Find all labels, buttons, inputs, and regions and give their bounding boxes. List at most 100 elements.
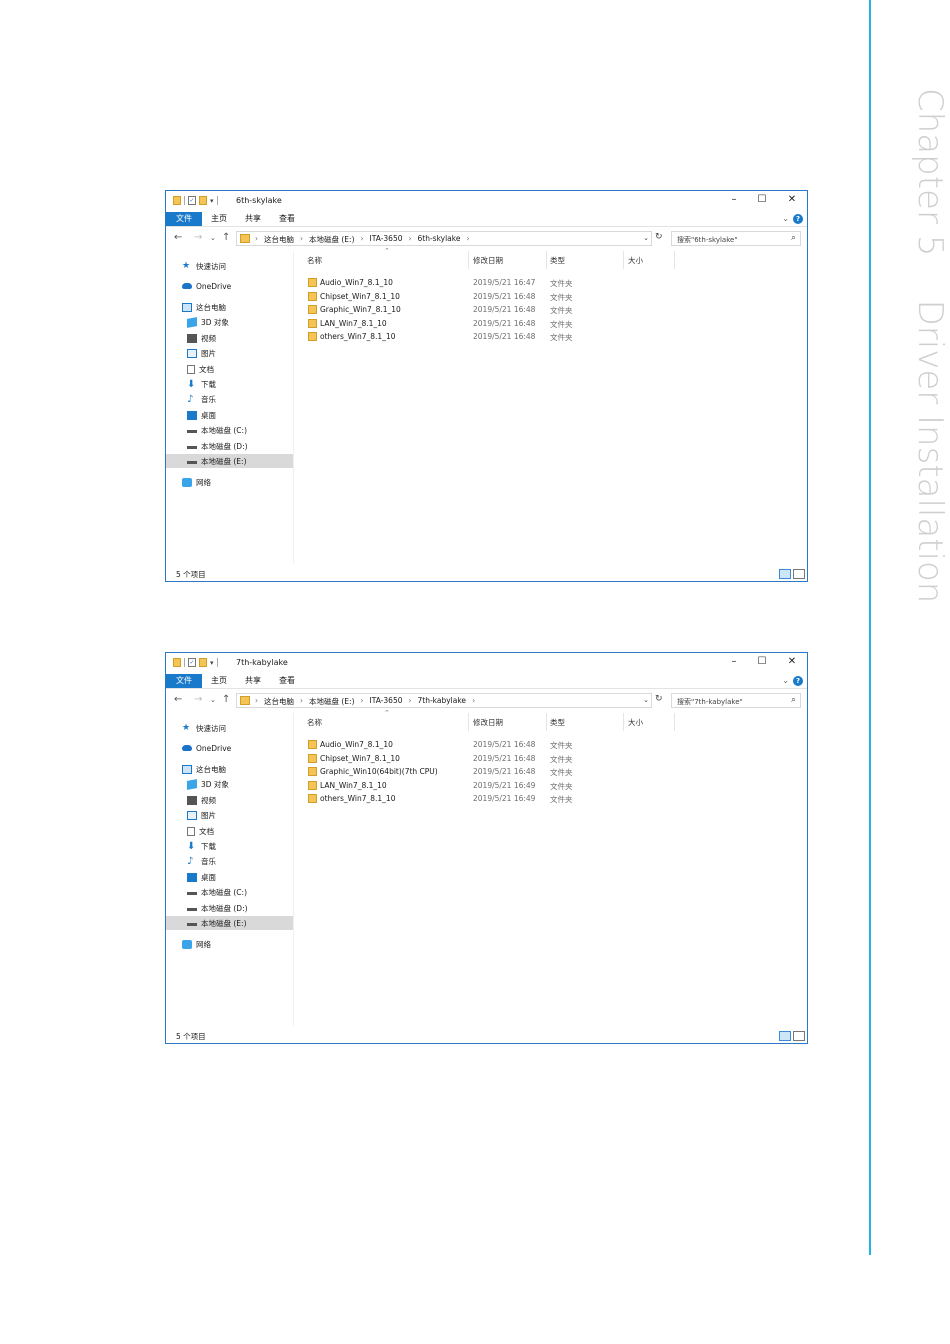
tab-share[interactable]: 共享 (245, 212, 261, 226)
new-folder-icon[interactable] (199, 658, 207, 667)
column-header-size[interactable]: 大小 (628, 717, 643, 728)
recent-locations-icon[interactable]: ⌄ (210, 234, 216, 242)
nav-item[interactable]: ♪ 音乐 (187, 392, 216, 406)
address-bar[interactable]: › 这台电脑 › 本地磁盘 (E:) › ITA-3650 › 6th-skyl… (236, 231, 652, 246)
breadcrumb-item[interactable]: 本地磁盘 (E:) (309, 234, 355, 245)
minimize-button[interactable]: – (727, 656, 741, 667)
properties-icon[interactable]: ✓ (188, 658, 196, 667)
nav-item[interactable]: 3D 对象 (187, 777, 229, 791)
search-icon[interactable]: ⌕ (791, 695, 796, 705)
file-row[interactable]: Graphic_Win10(64bit)(7th CPU) 2019/5/21 1… (296, 766, 807, 779)
column-header-type[interactable]: 类型 (550, 255, 565, 266)
forward-button[interactable]: → (194, 232, 202, 243)
breadcrumb-item[interactable]: 本地磁盘 (E:) (309, 696, 355, 707)
close-button[interactable]: ✕ (785, 656, 799, 667)
column-divider[interactable] (674, 251, 675, 269)
breadcrumb-item[interactable]: 6th-skylake (418, 234, 461, 245)
details-view-icon[interactable] (779, 1031, 791, 1041)
search-input[interactable]: 搜索"7th-kabylake" ⌕ (671, 693, 801, 708)
up-button[interactable]: ↑ (222, 694, 230, 705)
tab-file[interactable]: 文件 (166, 212, 202, 226)
chevron-right-icon[interactable]: › (409, 696, 412, 707)
tab-home[interactable]: 主页 (211, 674, 227, 688)
properties-icon[interactable]: ✓ (188, 196, 196, 205)
nav-item[interactable]: 视频 (187, 331, 216, 345)
column-header-date[interactable]: 修改日期 (473, 717, 503, 728)
back-button[interactable]: ← (174, 232, 182, 243)
file-row[interactable]: Audio_Win7_8.1_10 2019/5/21 16:47 文件夹 (296, 277, 807, 290)
folder-icon[interactable] (173, 196, 181, 205)
column-header-date[interactable]: 修改日期 (473, 255, 503, 266)
details-view-icon[interactable] (779, 569, 791, 579)
nav-item[interactable]: 桌面 (187, 870, 216, 884)
column-divider[interactable] (623, 251, 624, 269)
folder-icon[interactable] (173, 658, 181, 667)
chevron-right-icon[interactable]: › (361, 234, 364, 245)
nav-item[interactable]: 图片 (187, 808, 216, 822)
nav-item[interactable]: 本地磁盘 (C:) (187, 885, 247, 899)
nav-item[interactable]: OneDrive (182, 279, 231, 293)
large-icons-view-icon[interactable] (793, 569, 805, 579)
tab-file[interactable]: 文件 (166, 674, 202, 688)
file-row[interactable]: Audio_Win7_8.1_10 2019/5/21 16:48 文件夹 (296, 739, 807, 752)
chevron-right-icon[interactable]: › (300, 234, 303, 245)
chevron-right-icon[interactable]: › (409, 234, 412, 245)
nav-item[interactable]: 本地磁盘 (D:) (187, 439, 248, 453)
nav-item[interactable]: 网络 (182, 475, 211, 489)
breadcrumb-item[interactable]: 这台电脑 (264, 696, 294, 707)
chevron-down-icon[interactable]: ⌄ (643, 234, 649, 242)
chevron-right-icon[interactable]: › (472, 696, 475, 707)
column-header-type[interactable]: 类型 (550, 717, 565, 728)
nav-item[interactable]: 本地磁盘 (E:) (166, 916, 293, 930)
nav-item[interactable]: 本地磁盘 (D:) (187, 901, 248, 915)
minimize-button[interactable]: – (727, 194, 741, 205)
file-row[interactable]: Graphic_Win7_8.1_10 2019/5/21 16:48 文件夹 (296, 304, 807, 317)
nav-item[interactable]: 文档 (187, 362, 214, 376)
maximize-button[interactable]: ☐ (755, 656, 769, 667)
file-row[interactable]: Chipset_Win7_8.1_10 2019/5/21 16:48 文件夹 (296, 753, 807, 766)
chevron-down-icon[interactable]: ⌄ (643, 696, 649, 704)
file-row[interactable]: Chipset_Win7_8.1_10 2019/5/21 16:48 文件夹 (296, 291, 807, 304)
tab-view[interactable]: 查看 (279, 674, 295, 688)
file-row[interactable]: LAN_Win7_8.1_10 2019/5/21 16:49 文件夹 (296, 780, 807, 793)
column-divider[interactable] (468, 251, 469, 269)
column-divider[interactable] (674, 713, 675, 731)
help-icon[interactable]: ? (793, 676, 803, 686)
column-divider[interactable] (546, 251, 547, 269)
customize-toolbar-icon[interactable]: ▾ (210, 197, 214, 205)
nav-item[interactable]: ★ 快速访问 (182, 721, 226, 735)
nav-item[interactable]: ♪ 音乐 (187, 854, 216, 868)
chevron-right-icon[interactable]: › (466, 234, 469, 245)
breadcrumb-item[interactable]: 7th-kabylake (418, 696, 467, 707)
chevron-right-icon[interactable]: › (255, 696, 258, 707)
refresh-icon[interactable]: ↻ (655, 232, 663, 242)
tab-view[interactable]: 查看 (279, 212, 295, 226)
close-button[interactable]: ✕ (785, 194, 799, 205)
help-icon[interactable]: ? (793, 214, 803, 224)
search-icon[interactable]: ⌕ (791, 233, 796, 243)
back-button[interactable]: ← (174, 694, 182, 705)
column-header-name[interactable]: 名称 (307, 255, 322, 266)
maximize-button[interactable]: ☐ (755, 194, 769, 205)
nav-item[interactable]: ★ 快速访问 (182, 259, 226, 273)
nav-item[interactable]: 本地磁盘 (E:) (166, 454, 293, 468)
column-header-name[interactable]: 名称 (307, 717, 322, 728)
column-divider[interactable] (468, 713, 469, 731)
expand-ribbon-icon[interactable]: ⌄ (782, 214, 789, 223)
file-row[interactable]: LAN_Win7_8.1_10 2019/5/21 16:48 文件夹 (296, 318, 807, 331)
file-row[interactable]: others_Win7_8.1_10 2019/5/21 16:49 文件夹 (296, 793, 807, 806)
column-header-size[interactable]: 大小 (628, 255, 643, 266)
customize-toolbar-icon[interactable]: ▾ (210, 659, 214, 667)
nav-item[interactable]: 网络 (182, 937, 211, 951)
refresh-icon[interactable]: ↻ (655, 694, 663, 704)
recent-locations-icon[interactable]: ⌄ (210, 696, 216, 704)
column-divider[interactable] (623, 713, 624, 731)
nav-item[interactable]: 视频 (187, 793, 216, 807)
chevron-right-icon[interactable]: › (361, 696, 364, 707)
tab-home[interactable]: 主页 (211, 212, 227, 226)
breadcrumb-item[interactable]: 这台电脑 (264, 234, 294, 245)
column-divider[interactable] (546, 713, 547, 731)
breadcrumb-item[interactable]: ITA-3650 (370, 696, 403, 707)
nav-item[interactable]: 本地磁盘 (C:) (187, 423, 247, 437)
new-folder-icon[interactable] (199, 196, 207, 205)
